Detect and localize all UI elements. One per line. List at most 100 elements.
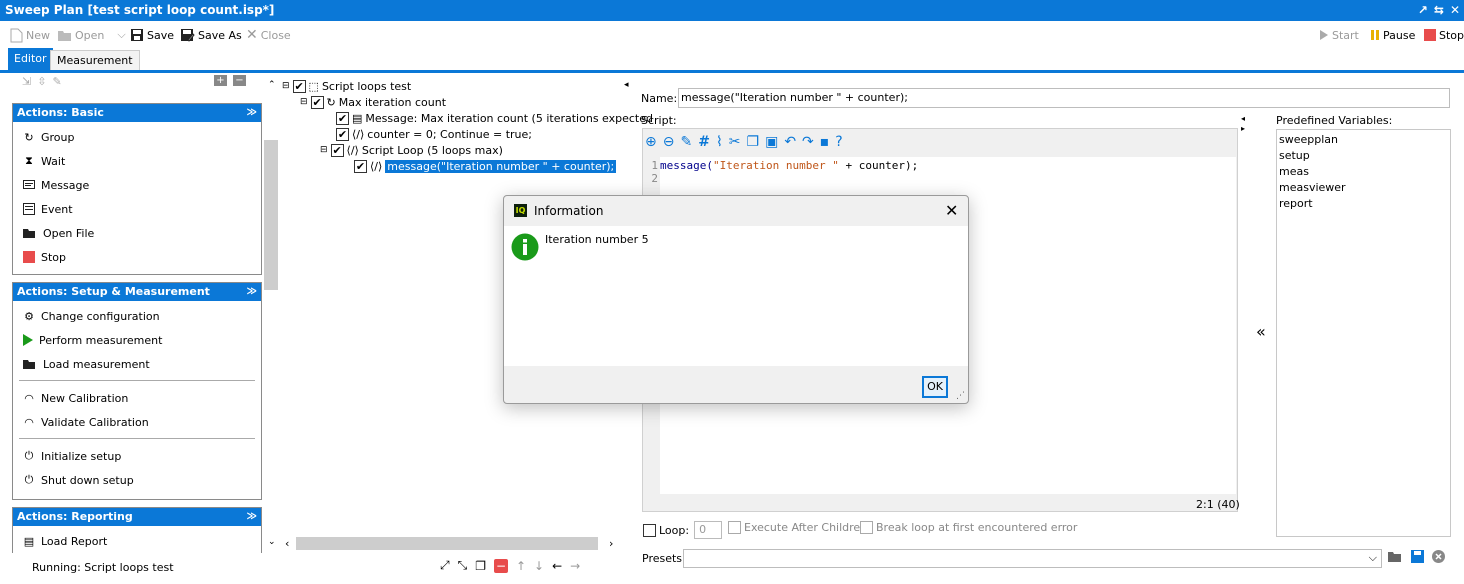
move-right-icon[interactable]: →	[570, 559, 580, 573]
expand-all-icon[interactable]: +	[214, 75, 227, 86]
delete-icon[interactable]: −	[493, 558, 508, 573]
name-input[interactable]: message("Iteration number " + counter);	[678, 88, 1450, 108]
save-button[interactable]: Save	[130, 26, 174, 44]
folder-open-icon[interactable]	[1388, 551, 1403, 563]
execute-after-children[interactable]: Execute After Children	[728, 521, 867, 534]
zoom-in-icon[interactable]: ⊕	[645, 134, 657, 150]
new-button[interactable]: New	[10, 26, 50, 44]
tree-node-message[interactable]: ✔ ▤ Message: Max iteration count (5 iter…	[336, 110, 653, 126]
collapse-all-icon[interactable]: −	[233, 75, 246, 86]
action-load-report[interactable]: ▤ Load Report	[13, 529, 261, 553]
predefined-variables-list[interactable]: sweepplan setup meas measviewer report	[1276, 129, 1451, 537]
window-title: Sweep Plan [test script loop count.isp*]	[5, 3, 275, 17]
variable-item[interactable]: sweepplan	[1279, 133, 1448, 149]
action-initialize-setup[interactable]: ⏻ Initialize setup	[13, 444, 261, 468]
save-icon[interactable]	[1411, 550, 1424, 563]
power-icon: ⏻	[24, 473, 34, 486]
tree-node-max-iter[interactable]: ⊟ ✔ ↻ Max iteration count	[300, 94, 446, 110]
pane-arrows-icon[interactable]: ◂ ▸	[1241, 114, 1245, 134]
dialog-close-icon[interactable]: ✕	[945, 201, 958, 220]
resize-grip-icon[interactable]: ⋰	[956, 391, 965, 401]
stop-button[interactable]: Stop	[1424, 26, 1464, 44]
paste-icon[interactable]: ▣	[765, 134, 778, 150]
action-open-file[interactable]: Open File	[13, 221, 261, 245]
action-event[interactable]: Event	[13, 197, 261, 221]
node-checkbox[interactable]: ✔	[310, 95, 324, 109]
action-validate-calibration[interactable]: ◠ Validate Calibration	[13, 410, 261, 434]
pin-icon[interactable]: ↗	[1418, 0, 1428, 21]
open-button[interactable]: Open ⌵	[57, 26, 126, 44]
new-file-icon	[10, 28, 23, 42]
start-button[interactable]: Start	[1319, 26, 1359, 44]
loop-count-spinner[interactable]: 0	[694, 521, 723, 539]
action-change-configuration[interactable]: ⚙ Change configuration	[13, 304, 261, 328]
action-load-measurement[interactable]: Load measurement	[13, 352, 261, 376]
insert-after-icon[interactable]: ⇳	[37, 75, 46, 88]
undo-icon[interactable]: ↶	[784, 134, 796, 150]
action-shut-down-setup[interactable]: ⏻ Shut down setup	[13, 468, 261, 492]
expand-icon[interactable]: ⤢	[440, 558, 450, 573]
node-checkbox[interactable]: ✔	[354, 159, 367, 173]
node-checkbox[interactable]: ✔	[336, 111, 349, 125]
close-window-icon[interactable]: ✕	[1450, 0, 1460, 21]
node-checkbox[interactable]: ✔	[336, 127, 349, 141]
break-loop-checkbox[interactable]	[860, 521, 873, 534]
cut-icon[interactable]: ✂	[729, 134, 741, 150]
break-loop-option[interactable]: Break loop at first encountered error	[860, 521, 1077, 534]
group-basic: Actions: Basic ≫ ↻ Group ⧗ Wait Message Eve…	[12, 103, 262, 275]
compress-icon[interactable]: ⤡	[458, 558, 468, 573]
scroll-left-icon[interactable]: ‹	[285, 537, 289, 550]
comment-icon[interactable]: ▪	[820, 134, 830, 150]
move-left-icon[interactable]: ←	[552, 559, 562, 573]
move-down-icon[interactable]: ↓	[534, 559, 544, 573]
close-button[interactable]: ✕ Close	[246, 26, 291, 44]
move-up-icon[interactable]: ↑	[516, 559, 526, 573]
loop-checkbox[interactable]	[643, 523, 656, 537]
swap-icon[interactable]: ⇆	[1434, 0, 1444, 21]
variable-item[interactable]: meas	[1279, 165, 1448, 181]
action-stop[interactable]: Stop	[13, 245, 261, 269]
tab-strip: Editor Measurement	[0, 48, 1464, 72]
copy-icon[interactable]: ❐	[475, 559, 486, 573]
zoom-out-icon[interactable]: ⊖	[663, 134, 675, 150]
redo-icon[interactable]: ↷	[802, 134, 814, 150]
node-checkbox[interactable]: ✔	[292, 79, 306, 93]
pause-icon	[1371, 30, 1379, 40]
action-message[interactable]: Message	[13, 173, 261, 197]
action-wait[interactable]: ⧗ Wait	[13, 149, 261, 173]
variable-item[interactable]: report	[1279, 197, 1448, 213]
edit-icon[interactable]: ✎	[52, 75, 61, 88]
tab-measurement[interactable]: Measurement	[50, 50, 140, 71]
action-new-calibration[interactable]: ◠ New Calibration	[13, 386, 261, 410]
tree-hscroll-thumb[interactable]	[296, 537, 598, 550]
clear-icon[interactable]	[1432, 550, 1445, 563]
scroll-right-icon[interactable]: ›	[609, 537, 613, 550]
execute-after-checkbox[interactable]	[728, 521, 741, 534]
tree-node-counter[interactable]: ✔ ⟨/⟩ counter = 0; Continue = true;	[336, 126, 532, 142]
tab-editor[interactable]: Editor	[8, 48, 53, 71]
group-setup-header[interactable]: Actions: Setup & Measurement ≫	[13, 283, 261, 301]
attach-icon[interactable]: ⌇	[716, 134, 723, 150]
splitter-arrows-icon[interactable]: ◂	[624, 80, 629, 90]
action-perform-measurement[interactable]: Perform measurement	[13, 328, 261, 352]
insert-icon[interactable]: ⇲	[22, 75, 31, 88]
ok-button[interactable]: OK	[922, 376, 948, 398]
action-group[interactable]: ↻ Group	[13, 125, 261, 149]
presets-select[interactable]: ⌵	[683, 549, 1382, 568]
variable-item[interactable]: setup	[1279, 149, 1448, 165]
variable-item[interactable]: measviewer	[1279, 181, 1448, 197]
save-as-button[interactable]: Save As	[180, 26, 242, 44]
group-basic-header[interactable]: Actions: Basic ≫	[13, 104, 261, 122]
node-checkbox[interactable]: ✔	[330, 143, 344, 157]
tree-node-selected-script[interactable]: ✔ ⟨/⟩ message("Iteration number " + coun…	[354, 158, 617, 174]
collapse-vars-button[interactable]: «	[1256, 322, 1266, 341]
copy-icon[interactable]: ❐	[747, 134, 760, 150]
pause-button[interactable]: Pause	[1370, 26, 1415, 44]
help-icon[interactable]: ?	[835, 134, 842, 150]
tree-node-root[interactable]: ⊟ ✔ ⬚ Script loops test	[282, 78, 411, 94]
hash-icon[interactable]: #	[698, 134, 710, 150]
group-reporting-header[interactable]: Actions: Reporting ≫	[13, 508, 261, 526]
pencil-icon[interactable]: ✎	[680, 134, 692, 150]
tree-node-script-loop[interactable]: ⊟ ✔ ⟨/⟩ Script Loop (5 loops max)	[320, 142, 503, 158]
event-icon	[23, 203, 35, 215]
